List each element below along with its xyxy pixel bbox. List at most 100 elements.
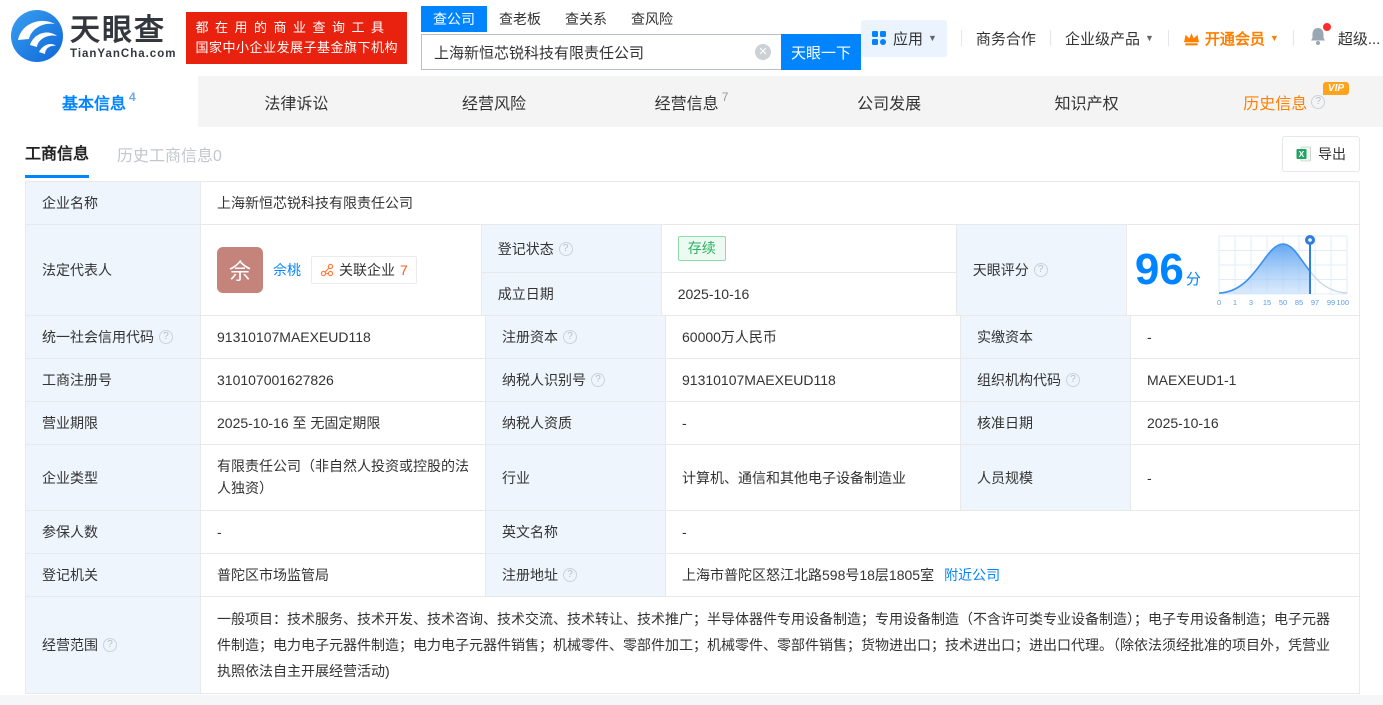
svg-text:15: 15 <box>1263 298 1271 307</box>
legal-rep-label: 法定代表人 <box>26 225 201 315</box>
bottom-strip <box>0 695 1383 705</box>
search-tabs: 查公司 查老板 查关系 查风险 <box>420 6 861 32</box>
svg-text:99: 99 <box>1327 298 1335 307</box>
tab-operating-info[interactable]: 经营信息 7 <box>593 76 791 127</box>
english-name-value: - <box>682 524 687 540</box>
business-scope-label: 经营范围 ? <box>26 597 201 693</box>
tianyancha-swirl-icon <box>10 9 64 68</box>
tab-operation-count: 7 <box>721 89 729 104</box>
divider <box>1292 30 1294 46</box>
reg-number-label: 工商注册号 <box>26 359 201 401</box>
table-row-business-scope: 经营范围 ? 一般项目：技术服务、技术开发、技术咨询、技术交流、技术转让、技术推… <box>26 597 1359 693</box>
nearby-companies-link[interactable]: 附近公司 <box>944 565 1000 585</box>
subtab-history-business-info[interactable]: 历史工商信息0 <box>117 142 222 166</box>
slogan-banner: 都在用的商业查询工具 国家中小企业发展子基金旗下机构 <box>186 12 407 64</box>
approval-date-value: 2025-10-16 <box>1147 415 1219 431</box>
search-button[interactable]: 天眼一下 <box>780 34 861 70</box>
paid-capital-value: - <box>1147 329 1152 345</box>
clear-icon[interactable]: ✕ <box>754 44 771 60</box>
nav-apps-label: 应用 <box>892 30 923 48</box>
org-code-value: MAEXEUD1-1 <box>1147 372 1237 388</box>
approval-date-label: 核准日期 <box>961 402 1131 444</box>
credit-code-value: 91310107MAEXEUD118 <box>201 316 486 358</box>
help-icon[interactable]: ? <box>1033 263 1048 277</box>
staff-size-value: - <box>1147 469 1152 486</box>
subtab-bar: 工商信息 历史工商信息0 X 导出 <box>0 127 1383 181</box>
help-icon[interactable]: ? <box>1311 94 1326 109</box>
business-scope-label-text: 经营范围 <box>42 637 98 653</box>
help-icon[interactable]: ? <box>558 241 573 256</box>
tianyancha-page: 天眼查 TianYanCha.com 都在用的商业查询工具 国家中小企业发展子基… <box>0 0 1383 705</box>
reg-capital-value: 60000万人民币 <box>666 316 961 358</box>
tab-development-label: 公司发展 <box>857 95 922 113</box>
org-code-label-text: 组织机构代码 <box>977 372 1061 388</box>
nav-apps[interactable]: 应用 ▼ <box>860 19 947 57</box>
reg-number-value: 310107001627826 <box>201 359 486 401</box>
industry-label: 行业 <box>486 445 666 510</box>
tab-lawsuit-label: 法律诉讼 <box>264 95 329 113</box>
establish-date-value: 2025-10-16 <box>662 273 957 315</box>
paid-capital-label: 实缴资本 <box>961 316 1131 358</box>
search-tab-boss[interactable]: 查老板 <box>487 6 553 32</box>
svg-text:X: X <box>1299 149 1305 159</box>
staff-size-label: 人员规模 <box>961 445 1131 510</box>
divider <box>960 30 962 46</box>
tab-basic-info[interactable]: 基本信息 4 <box>0 76 198 127</box>
english-name-label: 英文名称 <box>486 511 666 553</box>
nav-open-vip[interactable]: 开通会员 ▼ <box>1183 28 1279 49</box>
search-input[interactable] <box>420 34 781 70</box>
vip-badge: VIP <box>1322 82 1350 95</box>
export-button[interactable]: X 导出 <box>1282 136 1360 172</box>
establish-date-label: 成立日期 <box>481 273 662 315</box>
nav-user-menu[interactable]: 超级... ▼ <box>1338 28 1383 49</box>
legal-rep-name-link[interactable]: 佘桃 <box>273 260 301 280</box>
reg-capital-label: 注册资本 ? <box>486 316 666 358</box>
company-type-label: 企业类型 <box>26 445 201 510</box>
network-icon <box>320 263 334 277</box>
help-icon[interactable]: ? <box>159 330 173 344</box>
help-icon[interactable]: ? <box>563 330 577 344</box>
help-icon[interactable]: ? <box>591 373 605 387</box>
svg-text:0: 0 <box>1217 298 1221 307</box>
table-row-insured: 参保人数 - 英文名称 - <box>26 511 1359 554</box>
credit-code-label: 统一社会信用代码 ? <box>26 316 201 358</box>
reg-status-label: 登记状态 ? <box>481 225 662 272</box>
search-tab-risk[interactable]: 查风险 <box>619 6 685 32</box>
help-icon[interactable]: ? <box>1066 373 1080 387</box>
svg-text:100: 100 <box>1336 298 1349 307</box>
business-info-table: 企业名称 上海新恒芯锐科技有限责任公司 法定代表人 佘 佘桃 关联企业 7 登记… <box>25 181 1360 694</box>
table-row-credit-code: 统一社会信用代码 ? 91310107MAEXEUD118 注册资本 ? 600… <box>26 316 1359 359</box>
search-box: 查公司 查老板 查关系 查风险 ✕ 天眼一下 <box>420 6 861 70</box>
nav-enterprise-products[interactable]: 企业级产品 ▼ <box>1065 28 1154 49</box>
tab-operating-risk[interactable]: 经营风险 <box>395 76 593 127</box>
related-company-badge[interactable]: 关联企业 7 <box>311 256 417 284</box>
notification-bell-icon[interactable] <box>1308 23 1331 50</box>
help-icon[interactable]: ? <box>563 568 577 582</box>
tianyancha-logo[interactable]: 天眼查 TianYanCha.com <box>10 9 176 68</box>
org-code-label: 组织机构代码 ? <box>961 359 1131 401</box>
search-tab-company[interactable]: 查公司 <box>420 6 487 32</box>
nav-business-cooperation[interactable]: 商务合作 <box>976 28 1036 49</box>
search-tab-relation[interactable]: 查关系 <box>553 6 619 32</box>
tab-history-info[interactable]: VIP 历史信息 ? <box>1185 76 1383 127</box>
header: 天眼查 TianYanCha.com 都在用的商业查询工具 国家中小企业发展子基… <box>0 0 1383 76</box>
legal-rep-cell: 佘 佘桃 关联企业 7 <box>201 225 482 315</box>
score-cell: 96 分 0 1 3 15 50 85 97 99 100 <box>1127 225 1359 315</box>
business-scope-value: 一般项目：技术服务、技术开发、技术咨询、技术交流、技术转让、技术推广；半导体器件… <box>217 611 1330 679</box>
score-value: 96 <box>1134 245 1184 294</box>
score-label: 天眼评分 ? <box>956 225 1127 315</box>
divider <box>1049 30 1051 46</box>
reg-status-cell: 存续 <box>662 225 957 272</box>
tab-lawsuit[interactable]: 法律诉讼 <box>198 76 396 127</box>
address-label-text: 注册地址 <box>502 567 558 583</box>
help-icon[interactable]: ? <box>103 638 117 652</box>
business-term-value: 2025-10-16 至 无固定期限 <box>201 402 486 444</box>
address-value: 上海市普陀区怒江北路598号18层1805室 <box>682 567 935 583</box>
taxpayer-id-value: 91310107MAEXEUD118 <box>666 359 961 401</box>
chevron-down-icon: ▼ <box>1269 33 1279 43</box>
score-unit: 分 <box>1185 271 1201 288</box>
tab-company-development[interactable]: 公司发展 <box>790 76 988 127</box>
tab-intellectual-property[interactable]: 知识产权 <box>988 76 1186 127</box>
legal-rep-avatar[interactable]: 佘 <box>217 247 263 293</box>
subtab-business-info[interactable]: 工商信息 <box>25 140 90 178</box>
